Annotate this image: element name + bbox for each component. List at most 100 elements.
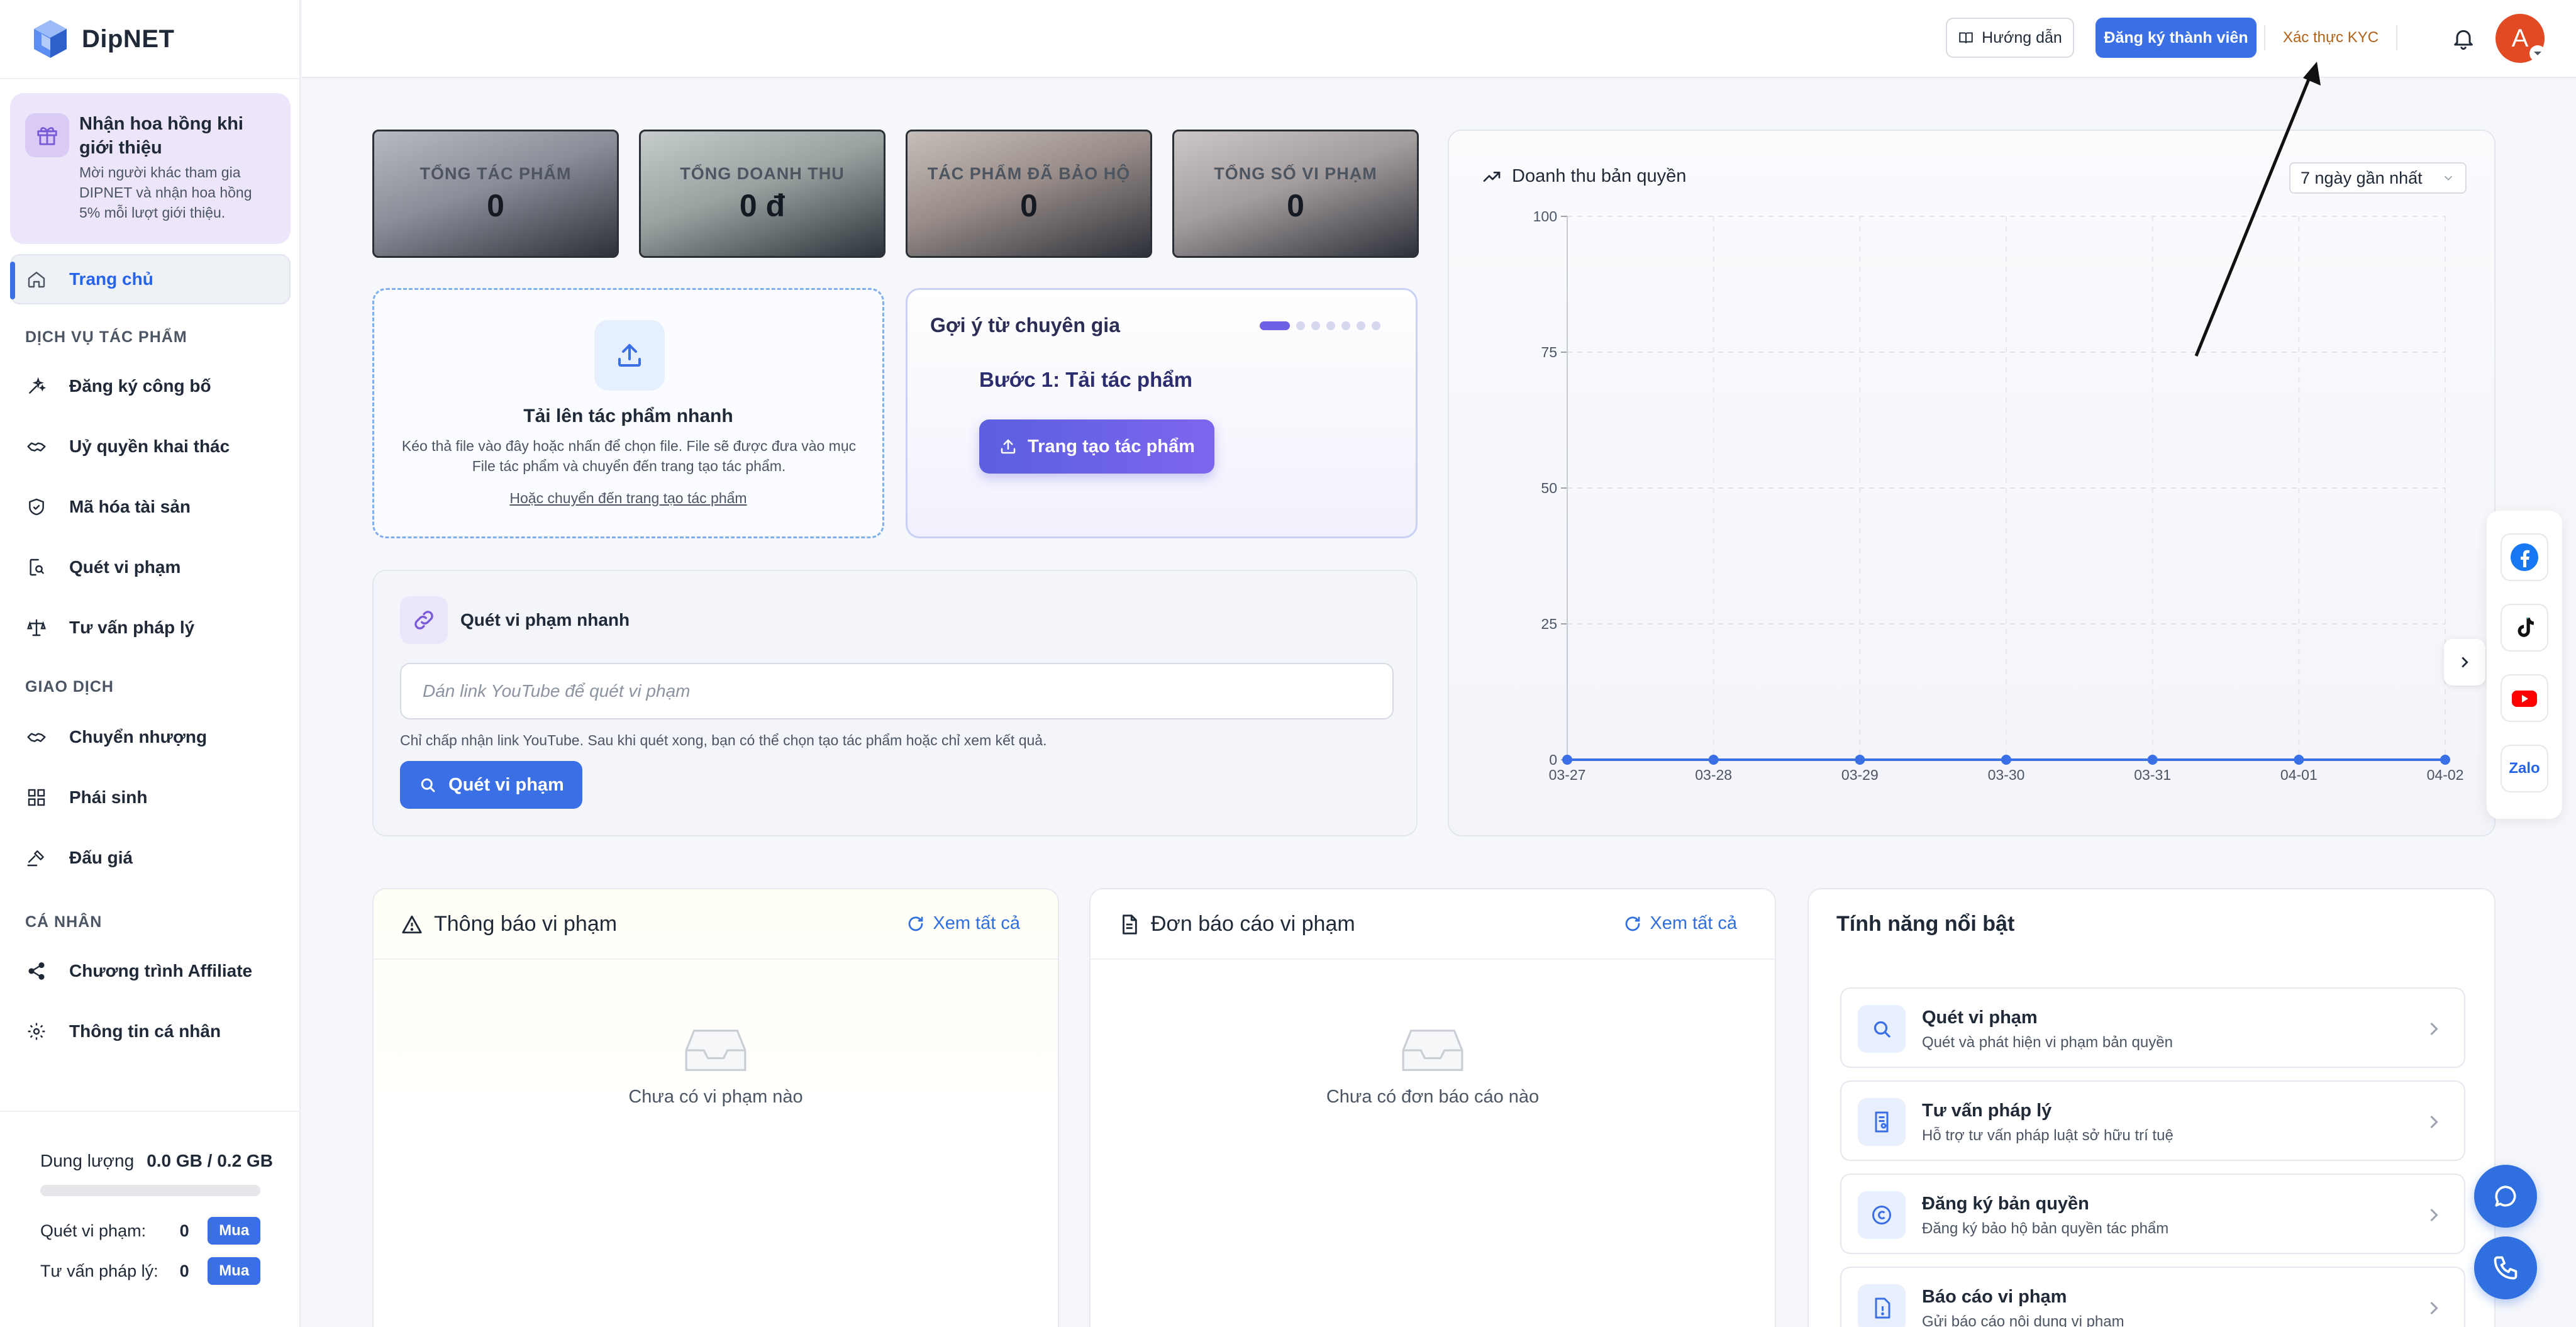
sidebar-item-affiliate[interactable]: Chương trình Affiliate: [25, 952, 252, 990]
call-button[interactable]: [2474, 1236, 2537, 1299]
home-icon: [25, 268, 48, 291]
panel-title-text: Tính năng nổi bật: [1836, 912, 2015, 936]
y-tick-label: 75: [1541, 344, 1557, 360]
carousel-dot[interactable]: [1326, 321, 1335, 330]
view-all-violations-link[interactable]: Xem tất cả: [906, 913, 1020, 934]
social-links-bar: Zalo: [2487, 511, 2562, 819]
stat-label: TÁC PHẨM ĐÃ BẢO HỘ: [927, 164, 1131, 183]
upload-icon: [594, 320, 665, 391]
gear-icon: [25, 1020, 48, 1043]
create-work-link[interactable]: Hoặc chuyển đến trang tạo tác phẩm: [374, 490, 882, 507]
logo[interactable]: DipNET: [31, 19, 174, 59]
sidebar-item-transfer[interactable]: Chuyển nhượng: [25, 718, 207, 756]
empty-inbox-icon: [685, 1030, 747, 1071]
x-tick-label: 04-02: [2427, 767, 2464, 783]
promo-title: Nhận hoa hồng khi giới thiệu: [79, 114, 243, 158]
panel-title: Đơn báo cáo vi phạm: [1118, 912, 1355, 936]
chat-icon: [2495, 1185, 2516, 1207]
sidebar-item-authorize[interactable]: Uỷ quyền khai thác: [25, 428, 230, 465]
chat-button[interactable]: [2474, 1165, 2537, 1228]
section-title-transactions: GIAO DỊCH: [25, 678, 114, 696]
chart-title-text: Doanh thu bản quyền: [1512, 166, 1687, 186]
buy-scan-button[interactable]: Mua: [208, 1217, 260, 1245]
scan-title: Quét vi phạm nhanh: [460, 610, 630, 630]
sidebar-item-auction[interactable]: Đấu giá: [25, 839, 133, 877]
feature-title: Báo cáo vi phạm: [1922, 1287, 2067, 1307]
zalo-icon[interactable]: Zalo: [2501, 745, 2548, 792]
date-range-select[interactable]: 7 ngày gần nhất: [2289, 162, 2467, 194]
feature-copyright[interactable]: Đăng ký bản quyền Đăng ký bảo hộ bản quy…: [1840, 1174, 2465, 1254]
sidebar-item-profile[interactable]: Thông tin cá nhân: [25, 1013, 221, 1050]
chevron-down-icon: [2444, 175, 2453, 181]
shield-icon: [25, 496, 48, 518]
carousel-dot[interactable]: [1311, 321, 1320, 330]
divider: [2264, 25, 2265, 50]
chevron-right-icon: [2430, 1022, 2438, 1036]
tiktok-icon[interactable]: [2501, 604, 2548, 652]
register-member-button[interactable]: Đăng ký thành viên: [2096, 18, 2257, 58]
section-title-personal: CÁ NHÂN: [25, 913, 103, 931]
x-tick-label: 03-27: [1549, 767, 1586, 783]
stat-total-revenue: TỔNG DOANH THU 0 đ: [639, 130, 886, 258]
carousel-dot[interactable]: [1372, 321, 1380, 330]
feature-legal[interactable]: Tư vấn pháp lý Hỗ trợ tư vấn pháp luật s…: [1840, 1080, 2465, 1161]
feature-scan[interactable]: Quét vi phạm Quét và phát hiện vi phạm b…: [1840, 987, 2465, 1068]
violation-reports-panel: Đơn báo cáo vi phạm Xem tất cả Chưa có đ…: [1089, 888, 1776, 1327]
x-tick-label: 03-30: [1988, 767, 2025, 783]
storage-usage: Dung lượng 0.0 GB / 0.2 GB: [40, 1151, 273, 1171]
x-tick-label: 03-31: [2134, 767, 2171, 783]
stat-total-violations: TỔNG SỐ VI PHẠM 0: [1172, 130, 1419, 258]
carousel-dot[interactable]: [1341, 321, 1350, 330]
chevron-right-icon: [2430, 1208, 2438, 1222]
scan-violation-button[interactable]: Quét vi phạm: [400, 761, 582, 809]
carousel-dot[interactable]: [1296, 321, 1305, 330]
quick-scan-card: Quét vi phạm nhanh Chỉ chấp nhận link Yo…: [372, 570, 1418, 836]
sidebar-item-home-content[interactable]: Trang chủ: [25, 260, 153, 298]
refresh-icon: [909, 916, 923, 931]
data-point: [1708, 755, 1719, 765]
document-icon: [1123, 914, 1137, 935]
sidebar-item-label: Quét vi phạm: [69, 557, 181, 577]
top-bar: Hướng dẫn Đăng ký thành viên Xác thực KY…: [302, 0, 2576, 78]
panel-header: Đơn báo cáo vi phạm Xem tất cả: [1091, 889, 1775, 960]
referral-promo[interactable]: Nhận hoa hồng khi giới thiệu Mời người k…: [10, 93, 291, 244]
sidebar-item-label: Chuyển nhượng: [69, 727, 208, 747]
youtube-icon[interactable]: [2501, 674, 2548, 722]
feature-report[interactable]: Báo cáo vi phạm Gửi báo cáo nội dung vi …: [1840, 1267, 2465, 1327]
guide-button[interactable]: Hướng dẫn: [1946, 18, 2074, 58]
sidebar-item-register-publish[interactable]: Đăng ký công bố: [25, 367, 211, 405]
quick-upload-dropzone[interactable]: Tải lên tác phẩm nhanh Kéo thả file vào …: [372, 288, 884, 538]
carousel-dot[interactable]: [1260, 321, 1290, 330]
create-work-button[interactable]: Trang tạo tác phẩm: [979, 419, 1214, 474]
expand-social-button[interactable]: [2444, 639, 2485, 686]
divider: [0, 1111, 301, 1112]
facebook-icon[interactable]: [2501, 533, 2548, 581]
sidebar-item-label: Đấu giá: [69, 848, 133, 867]
data-point: [2001, 755, 2011, 765]
data-point: [2147, 755, 2158, 765]
view-all-reports-link[interactable]: Xem tất cả: [1623, 913, 1737, 934]
expert-step: Bước 1: Tải tác phẩm: [979, 368, 1192, 391]
youtube-link-input[interactable]: [400, 663, 1394, 719]
upload-description: Kéo thả file vào đây hoặc nhấn để chọn f…: [401, 438, 857, 474]
kyc-verify-link[interactable]: Xác thực KYC: [2274, 18, 2387, 58]
bell-icon[interactable]: [2448, 23, 2479, 54]
carousel-dot[interactable]: [1357, 321, 1365, 330]
buy-legal-button[interactable]: Mua: [208, 1257, 260, 1285]
y-tick-label: 0: [1549, 752, 1557, 768]
sidebar-item-scan[interactable]: Quét vi phạm: [25, 548, 180, 586]
chevron-right-icon: [2430, 1301, 2438, 1315]
expert-tips-card: Gợi ý từ chuyên gia Bước 1: Tải tác phẩm…: [906, 288, 1418, 538]
y-tick-label: 50: [1541, 480, 1557, 496]
sidebar-item-tokenize[interactable]: Mã hóa tài sản: [25, 488, 191, 526]
sidebar-item-legal[interactable]: Tư vấn pháp lý: [25, 609, 194, 647]
promo-description: Mời người khác tham gia DIPNET và nhận h…: [79, 164, 252, 221]
quota-legal: Tư vấn pháp lý: 0 Mua: [40, 1257, 260, 1285]
feature-title: Quét vi phạm: [1922, 1008, 2038, 1028]
upload-icon: [1001, 439, 1016, 454]
chevron-down-icon[interactable]: [2528, 44, 2547, 63]
stat-value: 0 đ: [739, 187, 786, 223]
carousel-dots[interactable]: [1260, 321, 1380, 330]
scale-icon: [25, 616, 48, 639]
sidebar-item-derivative[interactable]: Phái sinh: [25, 779, 147, 816]
